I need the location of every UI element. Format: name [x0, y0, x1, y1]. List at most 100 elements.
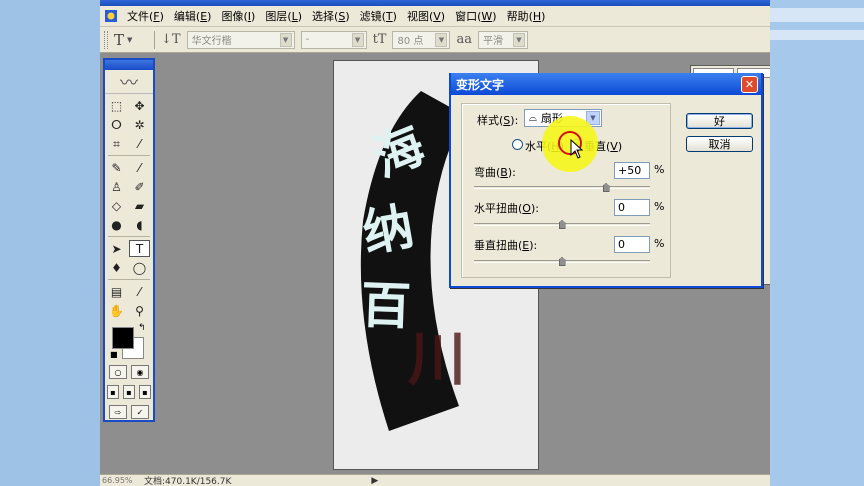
- desktop-right-area: [770, 0, 864, 486]
- notes-tool-icon[interactable]: ▤: [106, 283, 127, 300]
- vertical-distortion-percent: %: [654, 237, 665, 250]
- antialias-icon: aa: [456, 32, 472, 47]
- healing-brush-tool-icon[interactable]: ✎: [106, 159, 127, 176]
- chevron-down-icon: ▼: [127, 35, 133, 44]
- menu-item-6[interactable]: 视图(V): [402, 6, 450, 27]
- standard-mode-button[interactable]: ○: [109, 365, 127, 379]
- zoom-tool-icon[interactable]: ⚲: [129, 302, 150, 319]
- font-family-value: 华文行楷: [191, 36, 232, 47]
- divider: [108, 155, 150, 157]
- cancel-button[interactable]: 取消: [686, 136, 753, 152]
- menu-item-1[interactable]: 编辑(E): [169, 6, 217, 27]
- quick-mask-mode-button[interactable]: ◉: [131, 365, 149, 379]
- dialog-title: 变形文字: [456, 77, 505, 92]
- menu-item-7[interactable]: 窗口(W): [450, 6, 501, 27]
- chevron-down-icon: ▼: [279, 32, 292, 47]
- bend-label: 弯曲(B):: [474, 166, 516, 179]
- history-brush-tool-icon[interactable]: ✐: [129, 178, 150, 195]
- shape-tool-icon[interactable]: ◯: [129, 259, 150, 276]
- menu-item-3[interactable]: 图层(L): [260, 6, 307, 27]
- arc-text-glyph: 百: [360, 275, 412, 336]
- font-style-select[interactable]: - ▼: [300, 30, 367, 49]
- bend-slider-thumb[interactable]: [602, 183, 610, 192]
- options-bar: T ▼ ↓T 华文行楷 ▼ - ▼ tT 80 点 ▼ aa 平滑 ▼: [100, 27, 770, 53]
- arc-text-glyph: 纳: [358, 196, 417, 263]
- text-orientation-icon[interactable]: ↓T: [161, 32, 181, 47]
- foreground-color-swatch[interactable]: [112, 327, 134, 349]
- status-bar: 66.95% 文档:470.1K/156.7K ▶: [100, 474, 770, 486]
- lasso-tool-icon[interactable]: ⵔ: [106, 116, 127, 133]
- chevron-down-icon: ▼: [351, 32, 364, 47]
- menu-item-0[interactable]: 文件(F): [122, 6, 169, 27]
- photoshop-app-icon[interactable]: [104, 9, 118, 23]
- feather-logo-icon[interactable]: 〰: [105, 70, 153, 94]
- color-swatches: ■ ↰: [105, 323, 153, 359]
- horizontal-distortion-slider-thumb[interactable]: [558, 220, 566, 229]
- move-tool-icon[interactable]: ✥: [129, 97, 150, 114]
- font-size-value: 80 点: [397, 36, 424, 47]
- type-tool-icon[interactable]: T: [129, 240, 150, 257]
- bend-input[interactable]: +50: [614, 162, 650, 179]
- menu-item-2[interactable]: 图像(I): [216, 6, 260, 27]
- tool-preset-picker[interactable]: T ▼: [114, 31, 148, 49]
- horizontal-distortion-percent: %: [654, 200, 665, 213]
- divider: [108, 279, 150, 281]
- dodge-tool-icon[interactable]: ◖: [129, 216, 150, 233]
- dialog-titlebar[interactable]: 变形文字 ✕: [451, 73, 761, 95]
- style-label: 样式(S):: [477, 114, 519, 127]
- font-family-select[interactable]: 华文行楷 ▼: [186, 30, 295, 49]
- vertical-distortion-input[interactable]: 0: [614, 236, 650, 253]
- bend-percent: %: [654, 163, 665, 176]
- toolbox: 〰 ⬚ ✥ ⵔ ✲ ⌗ ⁄ ✎ ⁄ ♙ ✐ ◇ ▰ ● ◖ ➤ T ♦ ◯ ▤ …: [103, 58, 155, 422]
- eyedropper-tool-icon[interactable]: ⁄: [129, 283, 150, 300]
- font-style-value: -: [305, 34, 310, 45]
- horizontal-distortion-input[interactable]: 0: [614, 199, 650, 216]
- desktop-region: [770, 8, 864, 22]
- jump-to-imageready-button[interactable]: ⇨: [109, 405, 127, 419]
- text-tool-icon: T: [114, 30, 125, 49]
- pen-tool-icon[interactable]: ♦: [106, 259, 127, 276]
- desktop-region: [770, 30, 864, 40]
- slice-tool-icon[interactable]: ⁄: [129, 135, 150, 152]
- zoom-level[interactable]: 66.95%: [100, 476, 142, 485]
- menu-item-4[interactable]: 选择(S): [307, 6, 355, 27]
- crop-tool-icon[interactable]: ⌗: [106, 135, 127, 152]
- vertical-distortion-label: 垂直扭曲(E):: [474, 239, 538, 252]
- swap-colors-icon[interactable]: ↰: [138, 323, 146, 333]
- document-size: 文档:470.1K/156.7K: [144, 477, 232, 486]
- screen-mode-full-menu-button[interactable]: ▪: [123, 385, 135, 399]
- marquee-tool-icon[interactable]: ⬚: [106, 97, 127, 114]
- horizontal-radio[interactable]: [512, 139, 523, 150]
- brush-tool-icon[interactable]: ⁄: [129, 159, 150, 176]
- magic-wand-tool-icon[interactable]: ✲: [129, 116, 150, 133]
- menu-item-5[interactable]: 滤镜(T): [355, 6, 402, 27]
- antialias-select[interactable]: 平滑 ▼: [478, 30, 528, 49]
- status-menu-arrow-icon[interactable]: ▶: [371, 476, 378, 486]
- options-bar-grip[interactable]: [104, 30, 108, 49]
- mouse-pointer-icon: [570, 139, 584, 159]
- chevron-down-icon: ▼: [513, 32, 525, 47]
- menu-item-8[interactable]: 帮助(H): [502, 6, 551, 27]
- font-size-icon: tT: [372, 32, 387, 47]
- screen-mode-full-button[interactable]: ▪: [139, 385, 151, 399]
- bend-slider[interactable]: [474, 186, 650, 189]
- hand-tool-icon[interactable]: ✋: [106, 302, 127, 319]
- vertical-distortion-slider-thumb[interactable]: [558, 257, 566, 266]
- close-icon[interactable]: ✕: [741, 75, 758, 93]
- default-colors-icon[interactable]: ■: [110, 350, 118, 359]
- font-size-select[interactable]: 80 点 ▼: [392, 30, 451, 49]
- ok-button[interactable]: 好: [686, 113, 753, 129]
- warp-text-dialog: 变形文字 ✕ 样式(S): ⌓ 扇形 ▼ 水平(H) 垂直(V) 弯曲(B): …: [449, 73, 763, 288]
- antialias-value: 平滑: [483, 36, 503, 47]
- clone-stamp-tool-icon[interactable]: ♙: [106, 178, 127, 195]
- divider: [154, 30, 155, 49]
- divider: [108, 236, 150, 238]
- edit-in-imageready-icon[interactable]: ✓: [131, 405, 149, 419]
- screen-mode-standard-button[interactable]: ▪: [107, 385, 119, 399]
- faded-text-glyph: 川: [408, 325, 466, 393]
- arc-icon: ⌓: [529, 112, 537, 124]
- eraser-tool-icon[interactable]: ◇: [106, 197, 127, 214]
- blur-tool-icon[interactable]: ●: [106, 216, 127, 233]
- gradient-tool-icon[interactable]: ▰: [129, 197, 150, 214]
- path-selection-tool-icon[interactable]: ➤: [106, 240, 127, 257]
